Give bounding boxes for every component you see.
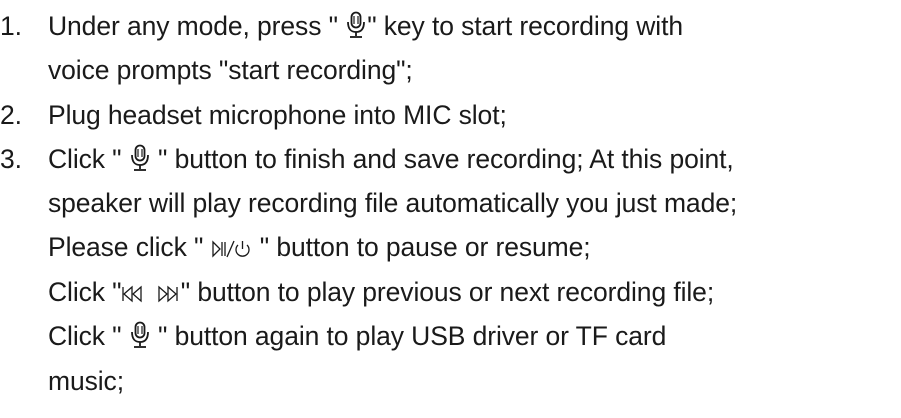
microphone-icon: [345, 11, 367, 39]
item-1-line-2: voice prompts "start recording";: [48, 55, 413, 85]
item-3-line-1: 3. Click " " button to finish and save re…: [0, 144, 734, 174]
text-segment: " button to play previous or next record…: [180, 277, 715, 307]
text-segment: Click ": [48, 144, 129, 174]
text-segment: Click ": [48, 321, 129, 351]
item-2-number: 2.: [0, 100, 22, 130]
text-segment: voice prompts "start recording";: [48, 55, 413, 85]
microphone-icon: [129, 321, 151, 349]
text-segment: music;: [48, 366, 124, 396]
item-2-line-1: 2. Plug headset microphone into MIC slot;: [0, 100, 507, 130]
text-segment: " button to finish and save recording; A…: [150, 144, 734, 174]
text-segment: Plug headset microphone into MIC slot;: [48, 100, 507, 130]
text-segment: " button to pause or resume;: [252, 232, 591, 262]
previous-track-icon: [121, 283, 147, 305]
item-3-line-5: Click " " button again to play USB drive…: [48, 321, 666, 351]
text-segment: Please click ": [48, 232, 211, 262]
item-3-line-6: music;: [48, 366, 124, 396]
item-1-number: 1.: [0, 11, 22, 41]
microphone-icon: [129, 144, 151, 172]
item-3-line-2: speaker will play recording file automat…: [48, 188, 737, 218]
text-segment: [147, 277, 154, 307]
next-track-icon: [155, 283, 181, 305]
play-pause-power-icon: [211, 238, 253, 260]
text-segment: Click ": [48, 277, 122, 307]
item-3-line-3: Please click " " button to pause or resu…: [48, 232, 591, 262]
text-segment: " button again to play USB driver or TF …: [150, 321, 667, 351]
item-3-number: 3.: [0, 144, 22, 174]
item-3-line-4: Click " " button to play previous or nex…: [48, 277, 714, 307]
text-segment: " key to start recording with: [367, 11, 683, 41]
item-1-line-1: 1. Under any mode, press " " key to start…: [0, 11, 683, 41]
text-segment: speaker will play recording file automat…: [48, 188, 738, 218]
instruction-page: 1. Under any mode, press " " key to start…: [0, 0, 901, 418]
text-segment: Under any mode, press ": [48, 11, 346, 41]
